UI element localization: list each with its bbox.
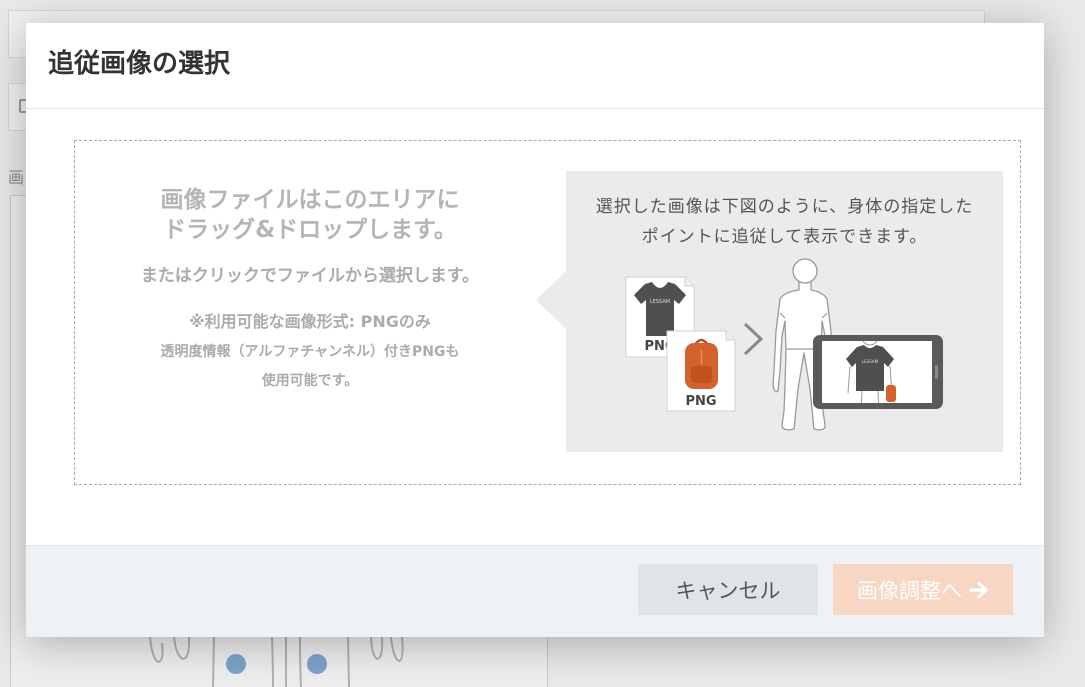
info-panel: LESSAM PNG PNG LESSAM 選択した画像は下図のように、身体の指… — [566, 171, 1003, 452]
dialog-footer: キャンセル 画像調整へ — [26, 545, 1044, 637]
cancel-button-label: キャンセル — [675, 578, 781, 603]
info-description-line1: 選択した画像は下図のように、身体の指定した — [595, 197, 974, 217]
select-tracking-image-dialog: 追従画像の選択 画像ファイルはこのエリアに ドラッグ&ドロップします。 またはク… — [26, 23, 1044, 637]
tracking-point-marker[interactable] — [226, 654, 246, 674]
png-card-backpack: PNG — [666, 330, 736, 412]
arrow-right-icon — [969, 581, 988, 598]
alpha-note-line2: 使用可能です。 — [261, 373, 359, 389]
drop-zone-headline-line1: 画像ファイルはこのエリアに — [160, 187, 460, 213]
info-panel-pointer — [536, 271, 566, 329]
card-format-label: PNG — [685, 394, 716, 409]
person-head — [792, 258, 818, 284]
format-note: ※利用可能な画像形式: PNGのみ — [189, 312, 431, 331]
figure-left-hand — [149, 636, 191, 664]
dialog-title: 追従画像の選択 — [48, 49, 231, 79]
drop-zone-headline-line2: ドラッグ&ドロップします。 — [163, 217, 457, 243]
image-drop-zone[interactable]: 画像ファイルはこのエリアに ドラッグ&ドロップします。 またはクリックでファイル… — [74, 140, 1021, 485]
figure-right-hand — [370, 636, 404, 663]
tracking-point-marker[interactable] — [307, 654, 327, 674]
backpack-pocket — [691, 366, 712, 383]
adjust-image-button[interactable]: 画像調整へ — [833, 564, 1013, 615]
tablet-home-button — [935, 365, 938, 379]
cancel-button[interactable]: キャンセル — [638, 564, 818, 615]
drop-zone-subtext: またはクリックでファイルから選択します。 — [140, 266, 480, 286]
adjust-image-button-label: 画像調整へ — [857, 578, 962, 603]
chevron-right-icon — [743, 322, 764, 356]
background-field-label: 画 — [8, 168, 25, 187]
tablet-icon: LESSAM — [813, 335, 943, 409]
shirt-logo: LESSAM — [650, 299, 670, 305]
alpha-note-line1: 透明度情報（アルファチャンネル）付きPNGも — [160, 344, 460, 360]
preview-shirt-logo: LESSAM — [862, 359, 879, 364]
info-description-line2: ポイントに追従して表示できます。 — [641, 227, 928, 247]
backpack-icon — [685, 338, 718, 389]
dialog-header: 追従画像の選択 — [26, 23, 1044, 109]
preview-backpack — [886, 385, 896, 402]
